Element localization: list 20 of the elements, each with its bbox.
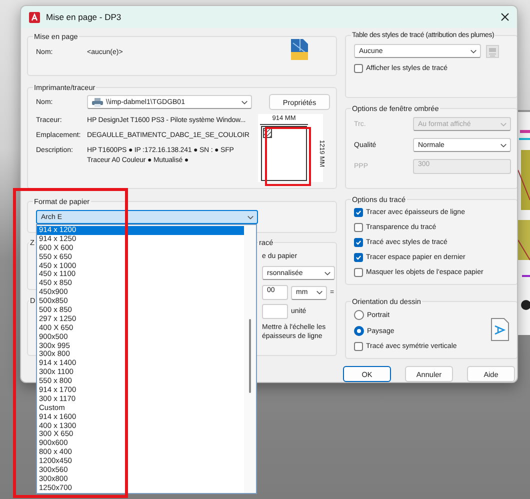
drawing-file-icon — [291, 39, 308, 60]
checkmark-icon — [355, 254, 362, 261]
page-orientation-icon — [491, 318, 509, 341]
chevron-down-icon — [500, 142, 507, 148]
chevron-down-icon — [247, 214, 254, 220]
scale-field[interactable] — [262, 304, 288, 319]
checkmark-icon — [355, 209, 362, 216]
edit-icon[interactable] — [486, 44, 499, 58]
chevron-down-icon — [324, 270, 331, 276]
window-title: Mise en page - DP3 — [46, 12, 122, 22]
app-icon — [29, 12, 40, 22]
close-icon[interactable] — [501, 13, 509, 21]
checkmark-icon — [355, 239, 362, 246]
printer-icon — [92, 98, 103, 106]
chevron-down-icon — [241, 100, 248, 104]
chevron-down-icon — [316, 290, 323, 295]
scrollbar[interactable] — [244, 225, 256, 493]
highlight-frame — [265, 127, 311, 186]
chevron-down-icon — [500, 122, 507, 126]
chevron-down-icon — [470, 48, 477, 54]
